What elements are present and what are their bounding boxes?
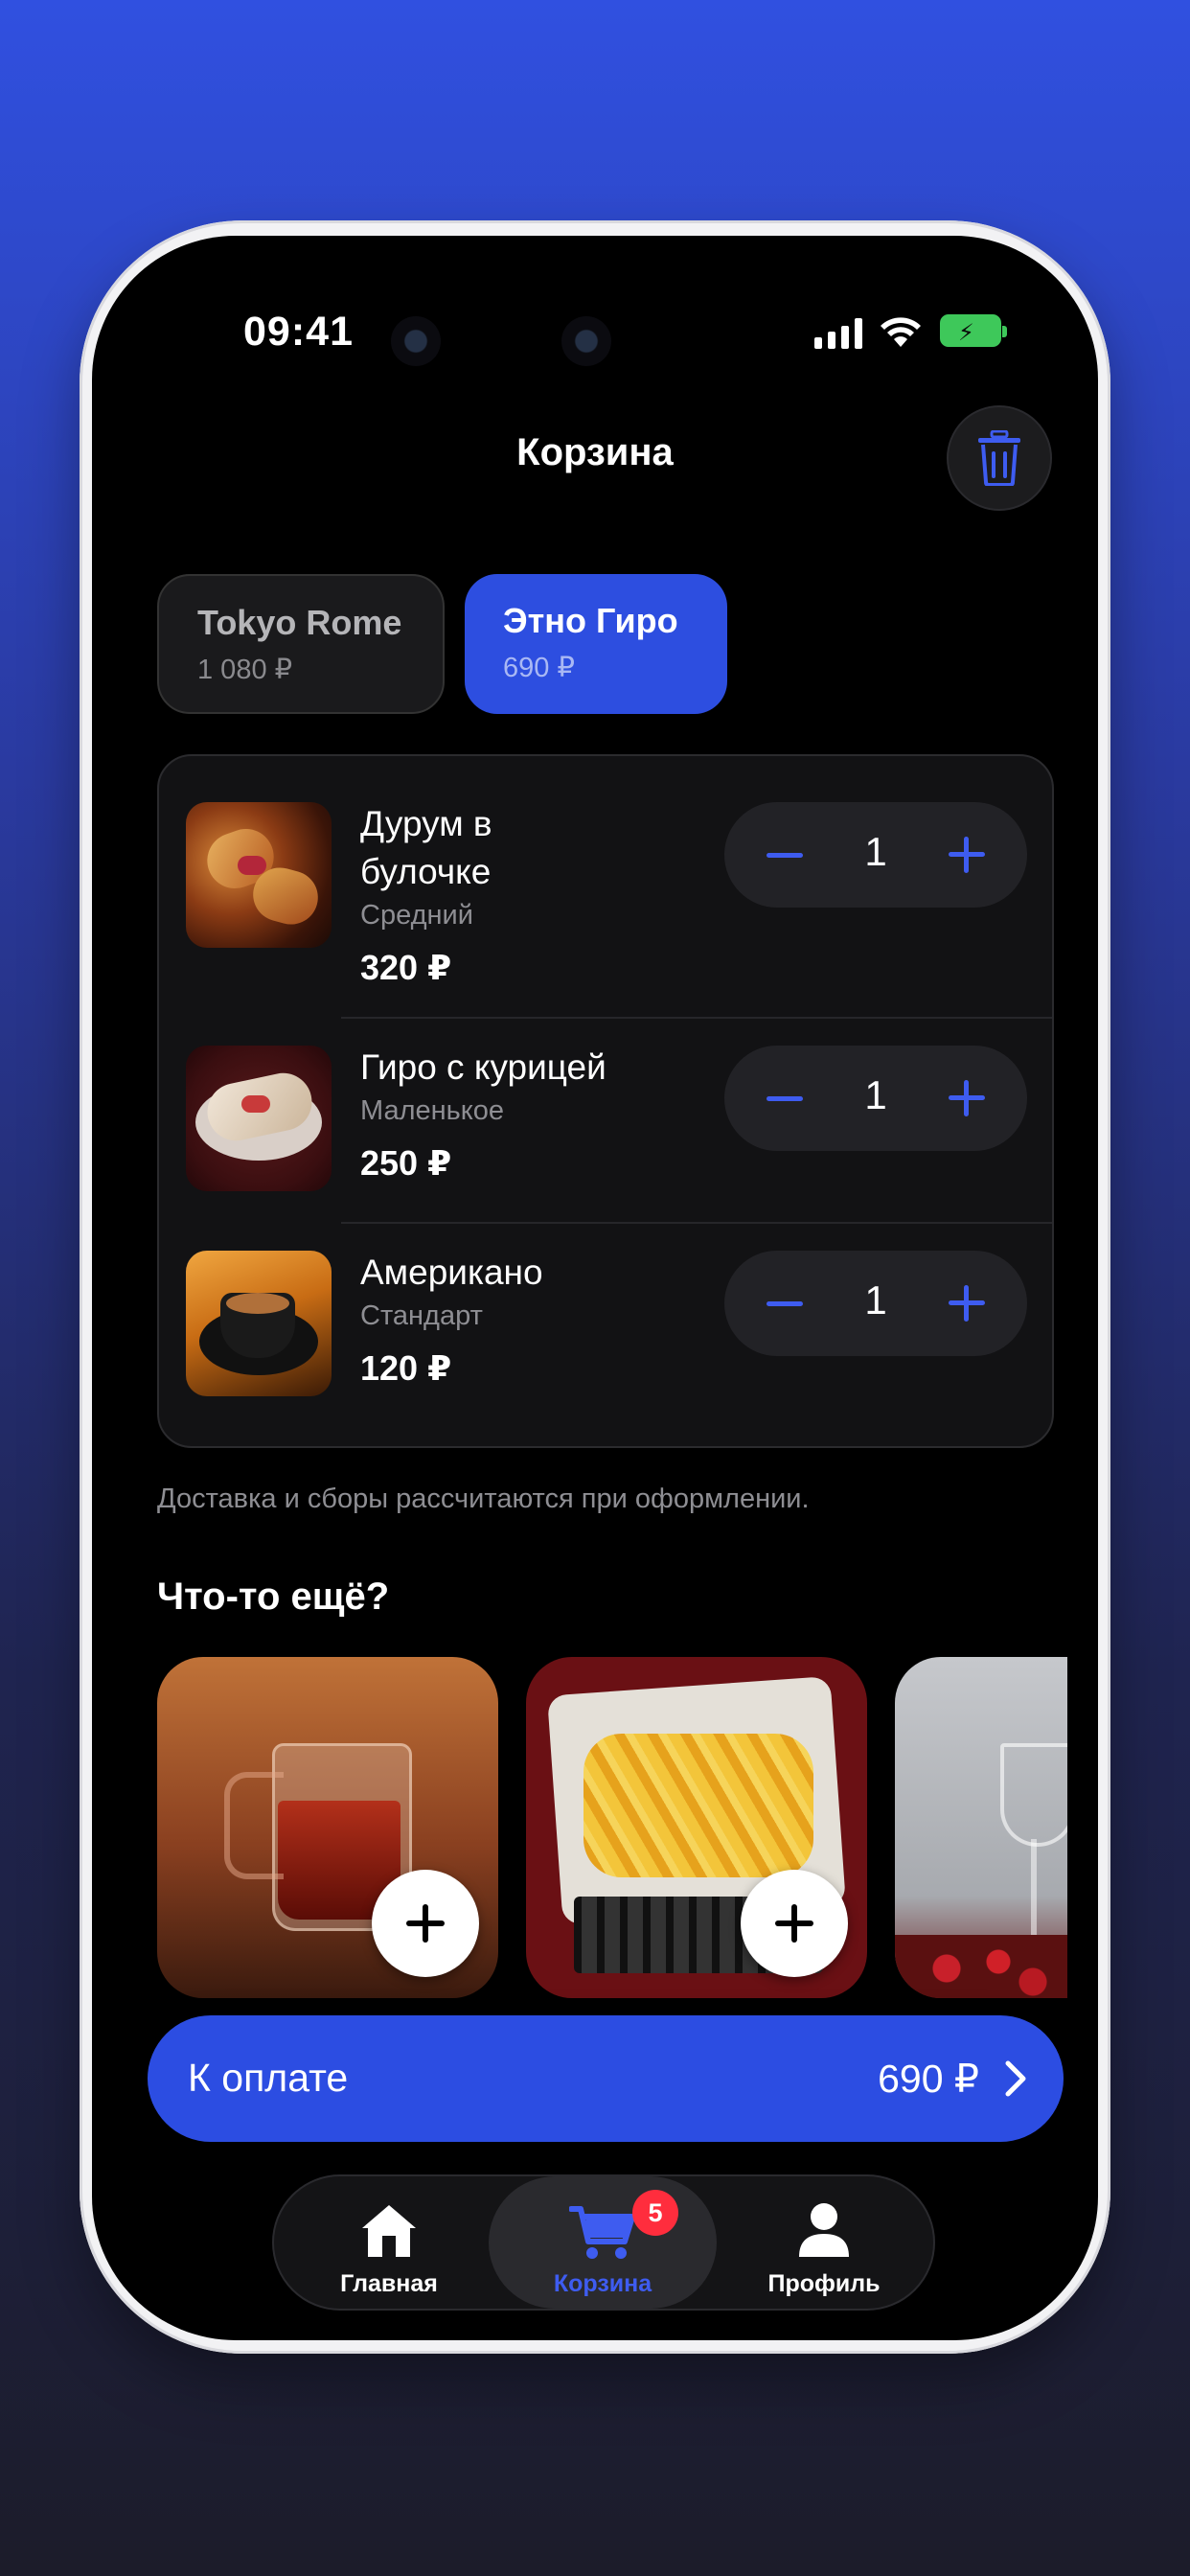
- camera-dot: [391, 316, 441, 366]
- checkout-button[interactable]: К оплате 690 ₽: [148, 2015, 1064, 2142]
- battery-icon: ⚡: [940, 314, 1007, 347]
- food-image: [186, 1251, 332, 1396]
- cart-icon: [569, 2206, 635, 2259]
- quantity-stepper: 1: [724, 1046, 1027, 1151]
- tab-cart[interactable]: 5 Корзина: [489, 2176, 717, 2309]
- item-name: Гиро с курицей: [360, 1047, 606, 1087]
- restaurant-name: Tokyo Rome: [197, 603, 402, 642]
- item-name: Дурум в булочке: [360, 804, 492, 891]
- increase-button[interactable]: [949, 1080, 985, 1116]
- checkout-amount: 690 ₽: [878, 2057, 979, 2101]
- item-price: 250 ₽: [360, 1143, 452, 1183]
- restaurant-total: 690 ₽: [503, 653, 575, 683]
- increase-button[interactable]: [949, 837, 985, 873]
- signal-icon: [814, 318, 862, 349]
- cart-item: Дурум в булочке Средний 320 ₽ 1: [159, 756, 1052, 1017]
- item-price: 120 ₽: [360, 1348, 452, 1388]
- delivery-note: Доставка и сборы рассчитаются при оформл…: [157, 1484, 810, 1514]
- item-price: 320 ₽: [360, 948, 452, 987]
- quantity-stepper: 1: [724, 1251, 1027, 1356]
- tab-label: Профиль: [767, 2270, 881, 2297]
- item-variant: Маленькое: [360, 1095, 505, 1126]
- clear-cart-button[interactable]: [947, 405, 1052, 511]
- status-time: 09:41: [243, 309, 354, 355]
- add-suggestion-button[interactable]: [372, 1870, 479, 1977]
- home-icon: [362, 2205, 416, 2257]
- cart-list: Дурум в булочке Средний 320 ₽ 1 Гиро с к…: [157, 754, 1054, 1448]
- add-suggestion-button[interactable]: [741, 1870, 848, 1977]
- chevron-right-icon: [1005, 2060, 1026, 2097]
- sensor-dot: [561, 316, 611, 366]
- item-name: Американо: [360, 1253, 543, 1292]
- suggestion-card[interactable]: [526, 1657, 867, 1998]
- trash-icon: [978, 430, 1020, 486]
- cart-count-badge: 5: [632, 2190, 678, 2236]
- item-variant: Стандарт: [360, 1300, 483, 1331]
- cart-item: Американо Стандарт 120 ₽ 1: [159, 1224, 1052, 1448]
- suggestion-card[interactable]: [895, 1657, 1067, 1998]
- food-image: [186, 1046, 332, 1191]
- restaurant-total: 1 080 ₽: [197, 655, 293, 685]
- checkout-label: К оплате: [188, 2056, 349, 2100]
- tab-label: Главная: [340, 2270, 438, 2297]
- food-image: [186, 802, 332, 948]
- person-icon: [799, 2203, 849, 2257]
- tab-home[interactable]: Главная: [293, 2176, 485, 2309]
- restaurant-name: Этно Гиро: [503, 601, 678, 640]
- tab-bar: Главная 5 Корзина Профиль: [272, 2174, 935, 2311]
- cart-item: Гиро с курицей Маленькое 250 ₽ 1: [159, 1019, 1052, 1222]
- wifi-icon: [881, 317, 921, 347]
- status-bar: 09:41 ⚡: [92, 236, 1098, 366]
- increase-button[interactable]: [949, 1285, 985, 1322]
- restaurant-tab-tokyo-rome[interactable]: Tokyo Rome 1 080 ₽: [157, 574, 445, 714]
- app-screen: 09:41 ⚡ Корзина Tokyo Rome 1 080 ₽ Этно …: [92, 236, 1098, 2340]
- suggestion-card[interactable]: [157, 1657, 498, 1998]
- suggestions-title: Что-то ещё?: [157, 1576, 390, 1618]
- item-variant: Средний: [360, 900, 473, 931]
- tab-profile[interactable]: Профиль: [728, 2176, 920, 2309]
- quantity-stepper: 1: [724, 802, 1027, 908]
- restaurant-tab-etno-giro[interactable]: Этно Гиро 690 ₽: [465, 574, 727, 714]
- tab-label: Корзина: [553, 2270, 652, 2297]
